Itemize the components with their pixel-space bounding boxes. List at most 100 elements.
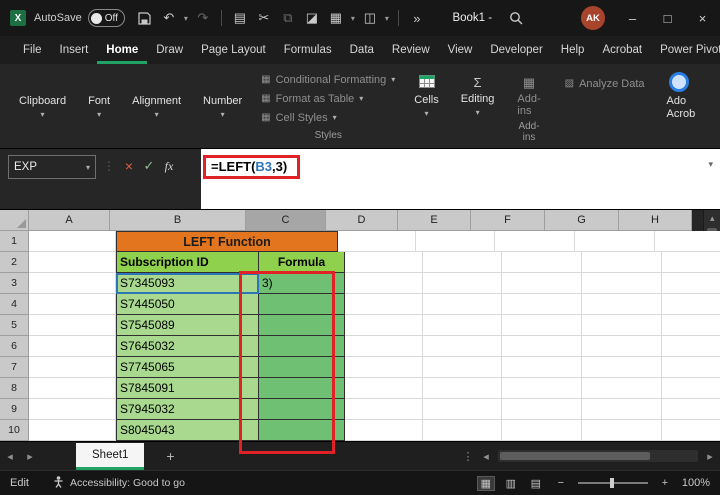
cell-h1[interactable] (655, 231, 720, 252)
cell-h8[interactable] (662, 378, 720, 399)
cell-a8[interactable] (29, 378, 116, 399)
cell-h7[interactable] (662, 357, 720, 378)
cell-a10[interactable] (29, 420, 116, 441)
menu-draw[interactable]: Draw (147, 36, 192, 64)
cell-d9[interactable] (345, 399, 423, 420)
menu-developer[interactable]: Developer (481, 36, 551, 64)
cell-d7[interactable] (345, 357, 423, 378)
borders-dropdown-icon[interactable]: ▾ (348, 14, 358, 23)
cell-b6[interactable]: S7645032 (116, 336, 259, 357)
cell-e4[interactable] (423, 294, 502, 315)
row-header-6[interactable]: 6 (0, 336, 29, 357)
cell-d6[interactable] (345, 336, 423, 357)
cell-b10[interactable]: S8045043 (116, 420, 259, 441)
cell-a7[interactable] (29, 357, 116, 378)
cell-g4[interactable] (582, 294, 662, 315)
ribbon-group-clipboard[interactable]: Clipboard ▾ (8, 66, 77, 148)
add-sheet-button[interactable]: + (160, 448, 180, 464)
row-header-9[interactable]: 9 (0, 399, 29, 420)
ribbon-group-alignment[interactable]: Alignment ▾ (121, 66, 192, 148)
cell-e7[interactable] (423, 357, 502, 378)
cut-icon[interactable]: ✂ (252, 4, 276, 32)
insert-function-icon[interactable]: fx (159, 155, 179, 177)
menu-page-layout[interactable]: Page Layout (192, 36, 275, 64)
zoom-slider[interactable] (578, 482, 648, 484)
cell-f10[interactable] (502, 420, 582, 441)
cell-g7[interactable] (582, 357, 662, 378)
cell-g5[interactable] (582, 315, 662, 336)
cell-h3[interactable] (662, 273, 720, 294)
cell-c3-editing[interactable]: 3) (259, 273, 345, 294)
row-header-8[interactable]: 8 (0, 378, 29, 399)
formula-bar-expand-icon[interactable]: ▾ (708, 159, 713, 170)
undo-icon[interactable]: ↶ (157, 4, 181, 32)
row-header-3[interactable]: 3 (0, 273, 29, 294)
cell-e10[interactable] (423, 420, 502, 441)
row-header-10[interactable]: 10 (0, 420, 29, 441)
prev-sheet-icon[interactable]: ◂ (0, 450, 20, 463)
cell-d5[interactable] (345, 315, 423, 336)
zoom-slider-thumb[interactable] (610, 478, 614, 488)
horizontal-scrollbar[interactable] (498, 450, 698, 462)
cancel-icon[interactable]: × (119, 155, 139, 177)
cell-f2[interactable] (502, 252, 582, 273)
cell-b8[interactable]: S7845091 (116, 378, 259, 399)
undo-dropdown-icon[interactable]: ▾ (181, 14, 191, 23)
row-header-2[interactable]: 2 (0, 252, 29, 273)
menu-data[interactable]: Data (341, 36, 383, 64)
name-box[interactable]: EXP ▾ (8, 155, 96, 179)
menu-view[interactable]: View (439, 36, 482, 64)
row-header-7[interactable]: 7 (0, 357, 29, 378)
cell-c7[interactable] (259, 357, 345, 378)
cell-c6[interactable] (259, 336, 345, 357)
close-button[interactable]: × (685, 0, 720, 36)
sheet-tab-sheet1[interactable]: Sheet1 (76, 443, 144, 470)
cell-d2[interactable] (345, 252, 423, 273)
col-header-g[interactable]: G (545, 210, 619, 231)
cell-h5[interactable] (662, 315, 720, 336)
scroll-up-icon[interactable]: ▴ (704, 210, 720, 226)
analyze-data-button[interactable]: ▧ Analyze Data (553, 66, 657, 148)
cell-h9[interactable] (662, 399, 720, 420)
cell-e1[interactable] (416, 231, 495, 252)
cell-c8[interactable] (259, 378, 345, 399)
col-header-d[interactable]: D (326, 210, 398, 231)
cell-f9[interactable] (502, 399, 582, 420)
row-header-5[interactable]: 5 (0, 315, 29, 336)
cell-f3[interactable] (502, 273, 582, 294)
menu-formulas[interactable]: Formulas (275, 36, 341, 64)
cell-c5[interactable] (259, 315, 345, 336)
cell-f6[interactable] (502, 336, 582, 357)
col-header-f[interactable]: F (471, 210, 545, 231)
fill-color-icon[interactable]: ◫ (358, 4, 382, 32)
cell-e8[interactable] (423, 378, 502, 399)
cell-b1-merged-title[interactable]: LEFT Function (116, 231, 338, 252)
sheet-options-icon[interactable]: ⋮ (460, 450, 476, 463)
cell-a3[interactable] (29, 273, 116, 294)
cell-c9[interactable] (259, 399, 345, 420)
cell-e5[interactable] (423, 315, 502, 336)
borders-icon[interactable]: ▦ (324, 4, 348, 32)
cell-e6[interactable] (423, 336, 502, 357)
cell-g9[interactable] (582, 399, 662, 420)
cell-d1[interactable] (338, 231, 416, 252)
more-commands-icon[interactable]: » (405, 4, 429, 32)
col-header-e[interactable]: E (398, 210, 471, 231)
cell-d10[interactable] (345, 420, 423, 441)
cell-a4[interactable] (29, 294, 116, 315)
format-painter-icon[interactable]: ◪ (300, 4, 324, 32)
menu-power-pivot[interactable]: Power Pivot (651, 36, 720, 64)
next-sheet-icon[interactable]: ▸ (20, 450, 40, 463)
menu-insert[interactable]: Insert (51, 36, 98, 64)
page-break-view-icon[interactable]: ▤ (528, 477, 544, 490)
cell-styles-button[interactable]: ▦ Cell Styles ▾ (261, 108, 395, 127)
page-layout-view-icon[interactable]: ▥ (503, 477, 519, 490)
col-header-a[interactable]: A (29, 210, 110, 231)
hscroll-right-icon[interactable]: ▸ (700, 450, 720, 463)
cell-h4[interactable] (662, 294, 720, 315)
col-header-c[interactable]: C (246, 210, 326, 231)
cell-f4[interactable] (502, 294, 582, 315)
cell-c2-formula-header[interactable]: Formula (259, 252, 345, 273)
accessibility-status[interactable]: Accessibility: Good to go (53, 476, 185, 491)
cell-a1[interactable] (29, 231, 116, 252)
